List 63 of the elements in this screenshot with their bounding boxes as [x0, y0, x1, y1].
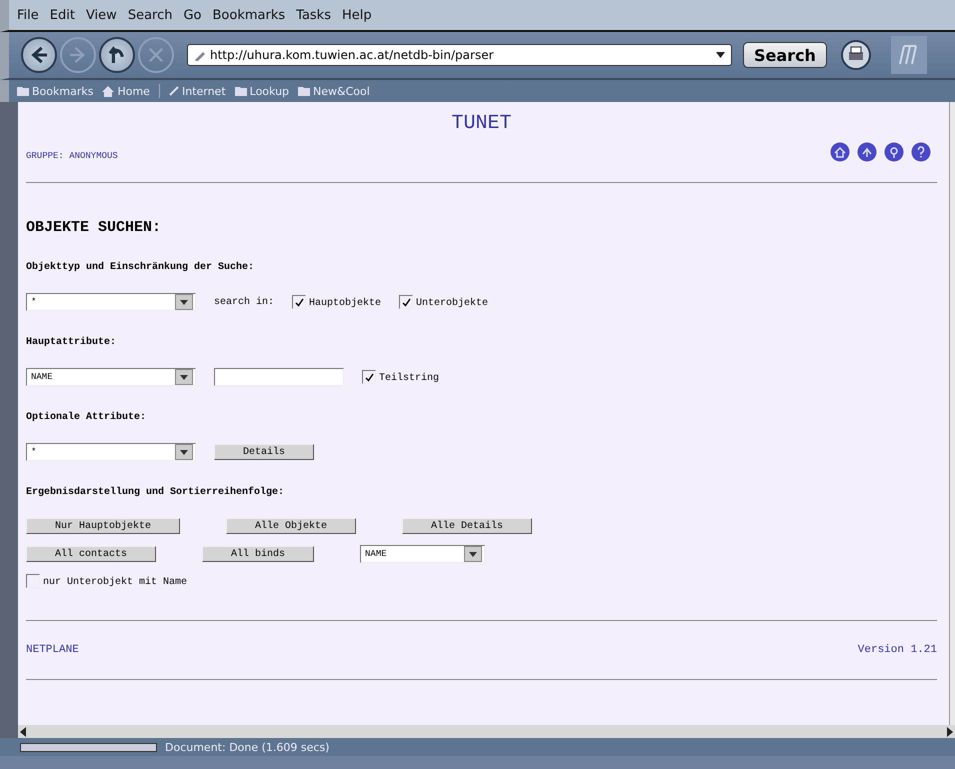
select-field[interactable]: * — [26, 293, 196, 311]
search-button[interactable]: Search — [743, 42, 827, 68]
status-text: Document: Done (1.609 secs) — [165, 740, 330, 754]
page-title: TUNET — [450, 111, 512, 137]
form-button[interactable]: All binds — [202, 546, 314, 562]
bookmark-item[interactable]: Bookmarks — [17, 84, 94, 98]
form-button[interactable]: Alle Details — [402, 518, 532, 534]
dropdown-arrow-icon[interactable] — [716, 52, 725, 58]
dropdown-arrow-icon — [180, 450, 188, 454]
bookmark-item[interactable]: New&Cool — [298, 84, 370, 98]
section-heading: OBJEKTE SUCHEN: — [26, 219, 162, 236]
bookmark-item[interactable]: Lookup — [234, 84, 290, 98]
home-icon[interactable] — [830, 142, 850, 162]
checkbox-label: Teilstring — [379, 373, 440, 384]
menu-item[interactable]: Edit — [50, 8, 75, 22]
dropdown-arrow-icon — [469, 552, 478, 556]
home-icon — [102, 86, 114, 96]
key-icon[interactable] — [884, 142, 904, 162]
folder-icon — [298, 86, 310, 96]
back-button[interactable] — [21, 37, 57, 73]
checkbox-label: Unterobjekte — [416, 298, 488, 309]
checkbox[interactable] — [399, 295, 414, 309]
menu-item[interactable]: File — [17, 8, 39, 22]
field-label: search in: — [214, 296, 274, 308]
section-label: Ergebnisdarstellung und Sortierreihenfolge: — [26, 487, 286, 498]
logo-icon — [890, 36, 927, 74]
folder-icon — [234, 86, 247, 96]
menu-item[interactable]: Bookmarks — [212, 8, 286, 22]
group-label: GRUPPE: ANONYMOUS — [26, 151, 118, 161]
form-button[interactable]: All contacts — [26, 546, 156, 562]
select-field[interactable]: * — [26, 443, 196, 461]
section-label: Objekttyp und Einschränkung der Suche: — [26, 262, 256, 273]
checkbox-label: Hauptobjekte — [309, 298, 382, 309]
version-text: Version 1.21 — [858, 644, 937, 656]
select-field[interactable]: NAME — [26, 368, 196, 386]
bookmark-item[interactable]: Home — [102, 84, 150, 98]
select-field[interactable]: NAME — [360, 545, 486, 563]
pencil-icon — [194, 49, 206, 61]
checkbox[interactable] — [26, 574, 40, 588]
menu-item[interactable]: Help — [342, 8, 372, 22]
form-button[interactable]: Details — [214, 444, 314, 460]
checkbox[interactable] — [292, 295, 306, 309]
form-button[interactable]: Alle Objekte — [226, 518, 356, 534]
checkbox-label: nur Unterobjekt mit Name — [43, 577, 188, 588]
bookmark-item[interactable]: Internet — [168, 84, 226, 98]
checkbox[interactable] — [362, 370, 376, 384]
printer-icon[interactable] — [840, 39, 872, 71]
section-label: Hauptattribute: — [26, 337, 118, 348]
menu-item[interactable]: Go — [183, 8, 202, 22]
menu-item[interactable]: Search — [128, 8, 172, 22]
folder-icon — [17, 86, 29, 96]
menu-item[interactable]: View — [86, 8, 117, 22]
link-icon — [168, 86, 179, 96]
address-field[interactable]: http://uhura.kom.tuwien.ac.at/netdb-bin/parser — [187, 44, 732, 66]
menu-item[interactable]: Tasks — [296, 8, 331, 22]
form-button[interactable]: Nur Hauptobjekte — [26, 518, 180, 534]
input-field[interactable] — [214, 368, 344, 386]
help-icon[interactable] — [911, 142, 931, 162]
section-label: Optionale Attribute: — [26, 412, 148, 423]
dropdown-arrow-icon — [180, 374, 188, 380]
footer-text: NETPLANE — [26, 644, 79, 656]
dropdown-arrow-icon — [180, 300, 188, 304]
reload-button[interactable] — [99, 37, 135, 73]
